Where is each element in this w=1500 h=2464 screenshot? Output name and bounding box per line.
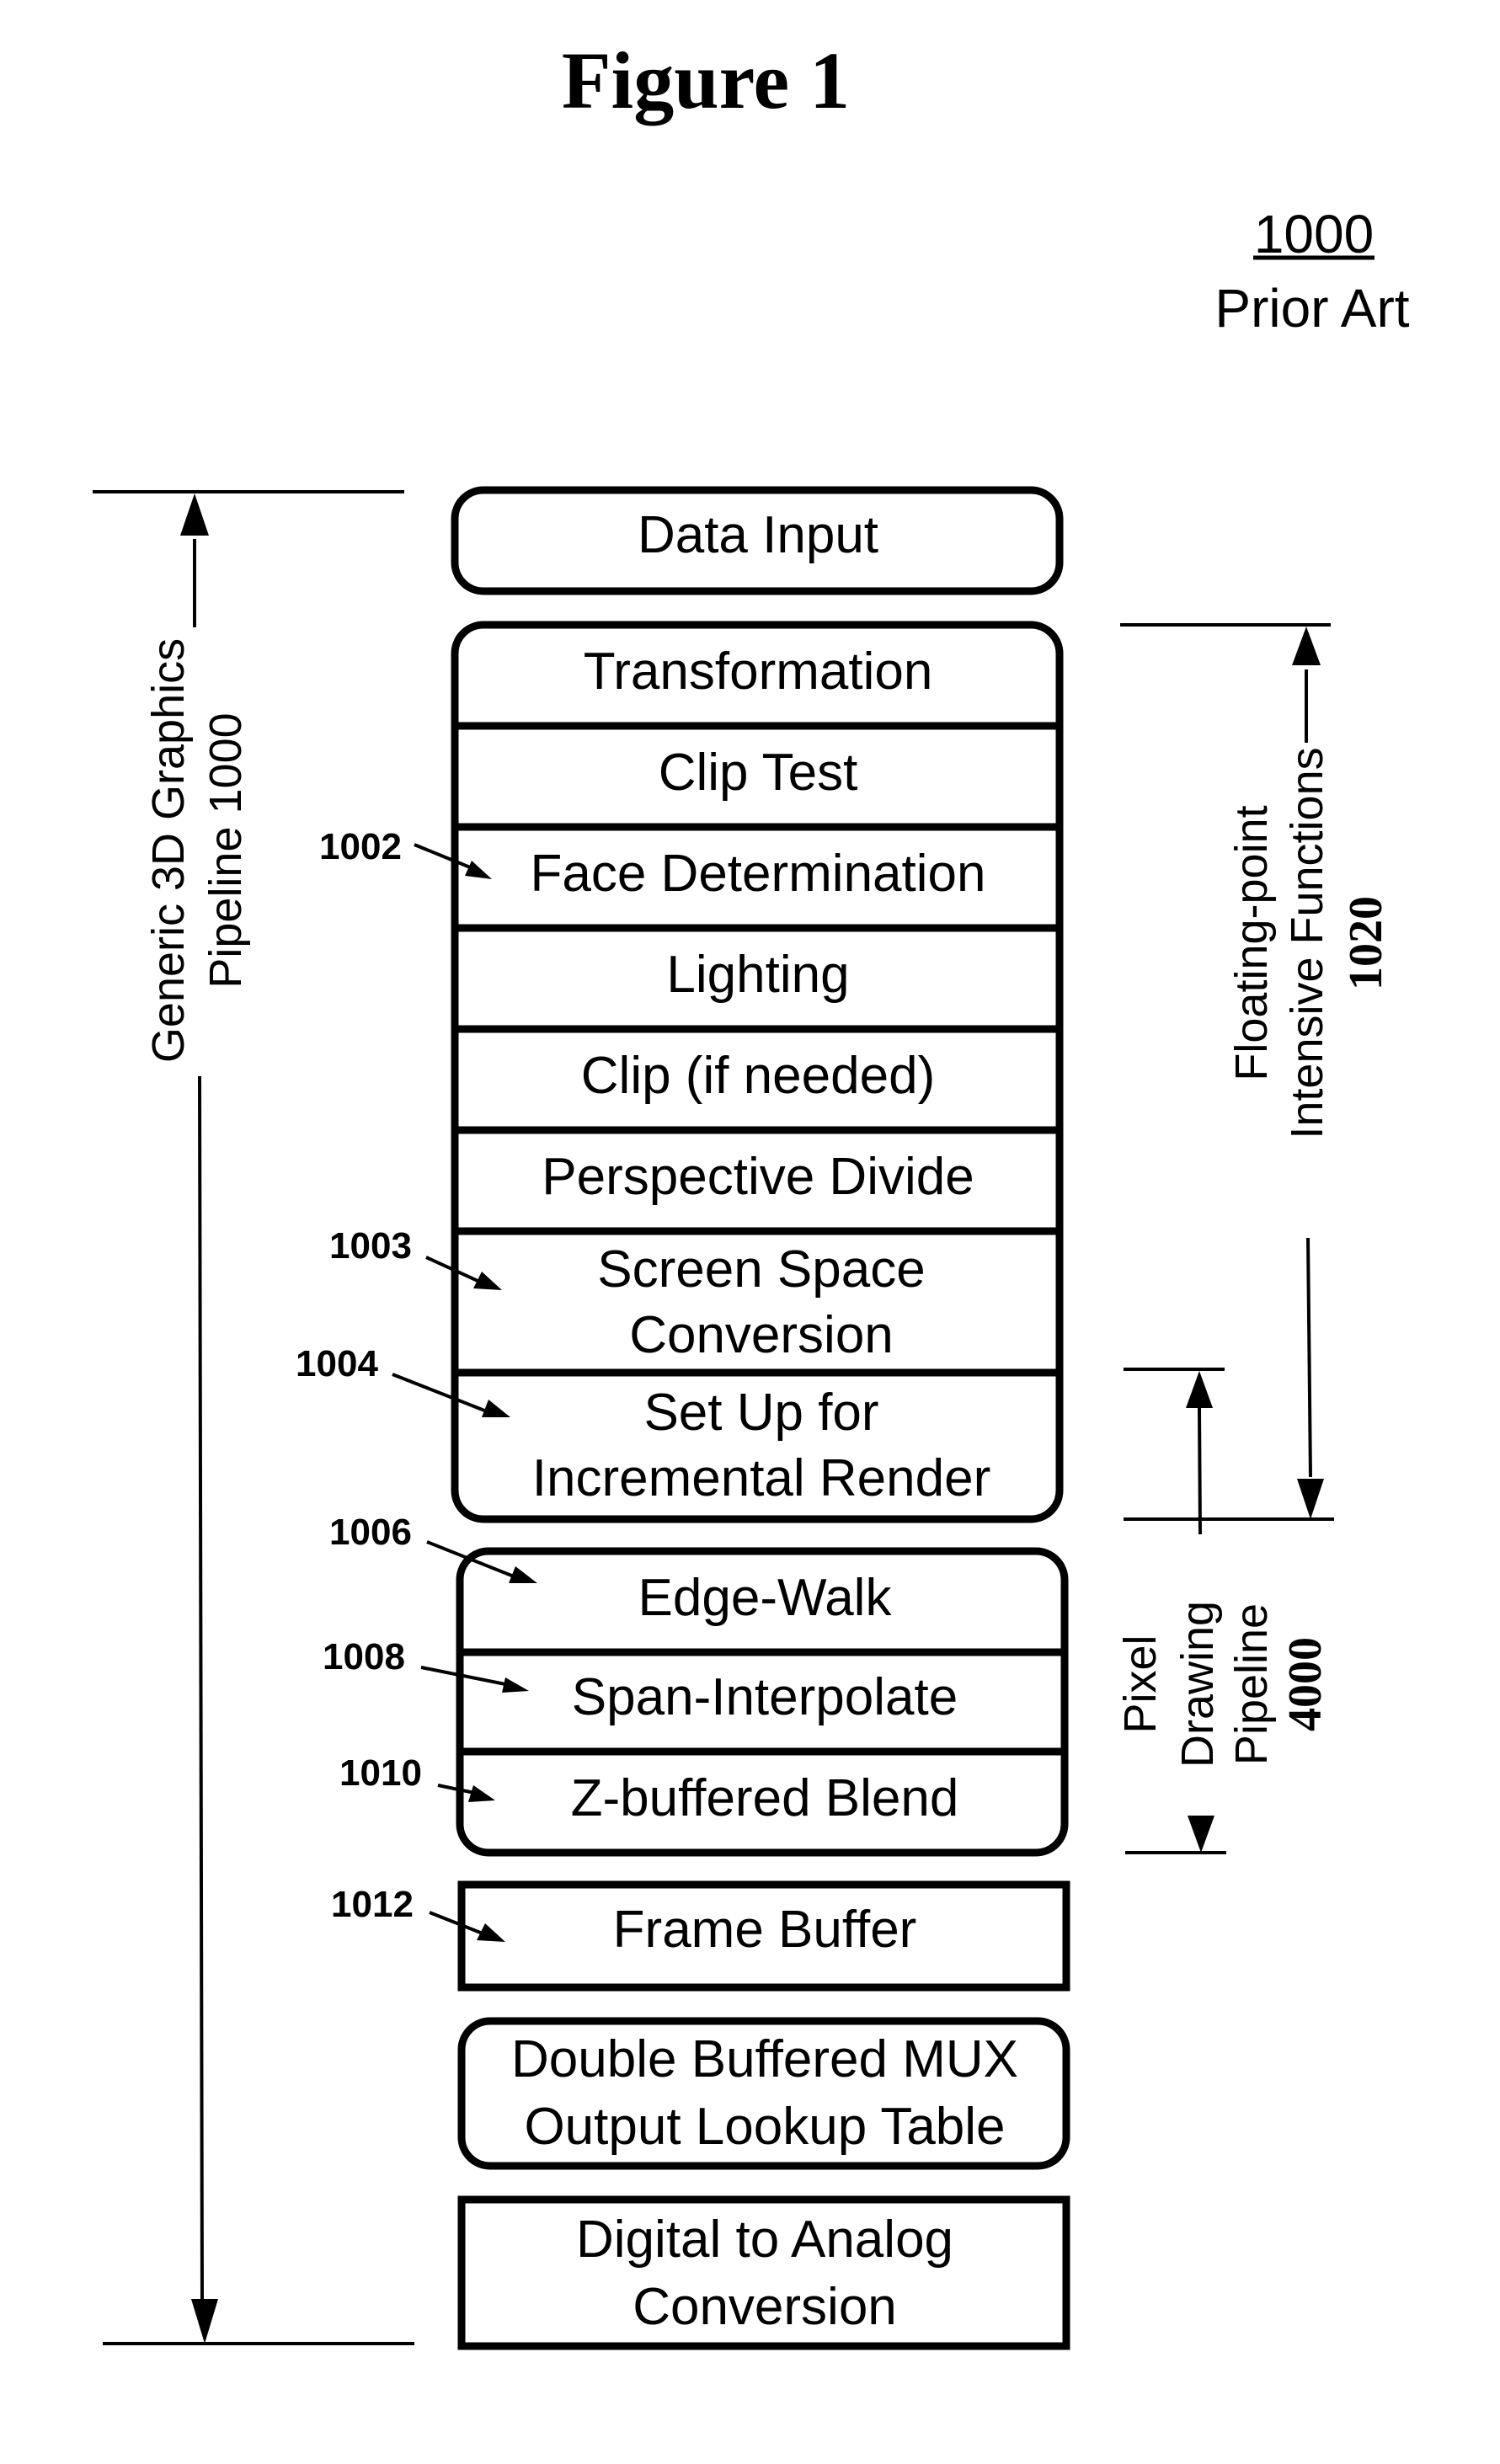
stage-setup-line1: Set Up for — [643, 1384, 878, 1442]
stage-lighting: Lighting — [666, 946, 849, 1004]
ref-1010: 1010 — [339, 1752, 495, 1802]
ref-number: 1012 — [331, 1884, 414, 1925]
arrowhead-icon — [477, 1923, 505, 1942]
arrowhead-icon — [509, 1566, 537, 1583]
floating-point-block: Transformation Clip Test Face Determinat… — [451, 621, 1064, 1523]
arrowhead-icon — [502, 1677, 529, 1693]
stage-label-line1: Digital to Analog — [576, 2211, 953, 2269]
stage-label-line1: Double Buffered MUX — [511, 2030, 1018, 2088]
leader-line — [420, 1666, 515, 1688]
ref-number: 1002 — [319, 826, 402, 867]
stage-screen-space-line2: Conversion — [629, 1306, 894, 1364]
figure-canvas: Figure 1 1000 Prior Art Data Input Trans… — [93, 35, 1410, 2350]
stage-label-line2: Conversion — [633, 2278, 897, 2336]
figure-number: 1000 — [1254, 204, 1374, 264]
stage-perspective-divide: Perspective Divide — [542, 1148, 974, 1206]
prior-art-label: Prior Art — [1214, 278, 1409, 339]
ref-1008: 1008 — [323, 1636, 529, 1693]
ref-number: 1003 — [329, 1225, 412, 1267]
stage-digital-to-analog: Digital to Analog Conversion — [457, 2195, 1070, 2350]
arrow-up-icon — [1186, 1371, 1213, 1408]
stage-face-determination: Face Determination — [530, 845, 985, 903]
stage-clip-if-needed: Clip (if needed) — [581, 1047, 935, 1105]
stage-label: Frame Buffer — [613, 1901, 917, 1959]
stage-span-interpolate: Span-Interpolate — [572, 1668, 958, 1726]
arrow-down-icon — [1297, 1479, 1324, 1519]
ref-number: 1006 — [329, 1512, 412, 1553]
figure-title: Figure 1 — [562, 35, 850, 125]
ref-number: 1008 — [323, 1636, 405, 1677]
ref-number: 1004 — [296, 1343, 378, 1384]
ref-number: 1010 — [339, 1752, 422, 1794]
pixel-drawing-number: 4000 — [1279, 1637, 1332, 1731]
pipeline-label-line2: Pipeline 1000 — [200, 712, 251, 988]
floating-point-number: 1020 — [1340, 896, 1392, 990]
ref-1012: 1012 — [331, 1884, 505, 1942]
arrowhead-icon — [465, 861, 492, 879]
arrow-up-icon — [180, 493, 209, 536]
pixel-drawing-block: Edge-Walk Span-Interpolate Z-buffered Bl… — [456, 1547, 1069, 1857]
pipeline-label-line1: Generic 3D Graphics — [143, 638, 194, 1063]
pixel-drawing-label-line2: Drawing — [1172, 1601, 1223, 1768]
leader-line — [414, 843, 479, 872]
pixel-drawing-label-line3: Pipeline — [1226, 1603, 1277, 1765]
stage-setup-line2: Incremental Render — [532, 1449, 991, 1507]
arrowhead-icon — [473, 1272, 502, 1290]
floating-point-label-line1: Floating-point — [1226, 805, 1277, 1080]
ref-1004: 1004 — [296, 1343, 510, 1417]
stage-label-line2: Output Lookup Table — [524, 2098, 1005, 2156]
floating-point-bracket: Floating-point Intensive Functions 1020 — [1120, 623, 1392, 1521]
arrow-up-icon — [1292, 627, 1321, 665]
arrowhead-icon — [468, 1785, 495, 1802]
ref-1002: 1002 — [319, 826, 492, 879]
arrow-down-icon — [1188, 1816, 1214, 1853]
arrowhead-icon — [482, 1400, 510, 1417]
stage-frame-buffer: Frame Buffer — [457, 1880, 1070, 1992]
pipeline-bracket: Generic 3D Graphics Pipeline 1000 — [93, 490, 414, 2345]
stage-double-buffered-mux: Double Buffered MUX Output Lookup Table — [457, 2017, 1070, 2170]
floating-point-label-line2: Intensive Functions — [1282, 747, 1332, 1139]
pixel-drawing-bracket: Pixel Drawing Pipeline 4000 — [1115, 1368, 1332, 1854]
stage-clip-test: Clip Test — [659, 744, 858, 802]
pixel-drawing-label-line1: Pixel — [1115, 1635, 1166, 1733]
bracket-shaft — [198, 1075, 204, 2300]
bracket-shaft — [1306, 1237, 1312, 1478]
leader-line — [392, 1373, 496, 1416]
arrow-down-icon — [191, 2299, 218, 2344]
ref-1003: 1003 — [329, 1225, 502, 1290]
stage-label: Data Input — [638, 506, 878, 564]
stage-transformation: Transformation — [584, 643, 933, 701]
stage-data-input: Data Input — [451, 486, 1064, 595]
stage-z-buffered-blend: Z-buffered Blend — [571, 1769, 959, 1827]
stage-screen-space-line1: Screen Space — [597, 1240, 925, 1299]
stage-edge-walk: Edge-Walk — [638, 1569, 893, 1627]
bracket-shaft — [1198, 1407, 1202, 1535]
